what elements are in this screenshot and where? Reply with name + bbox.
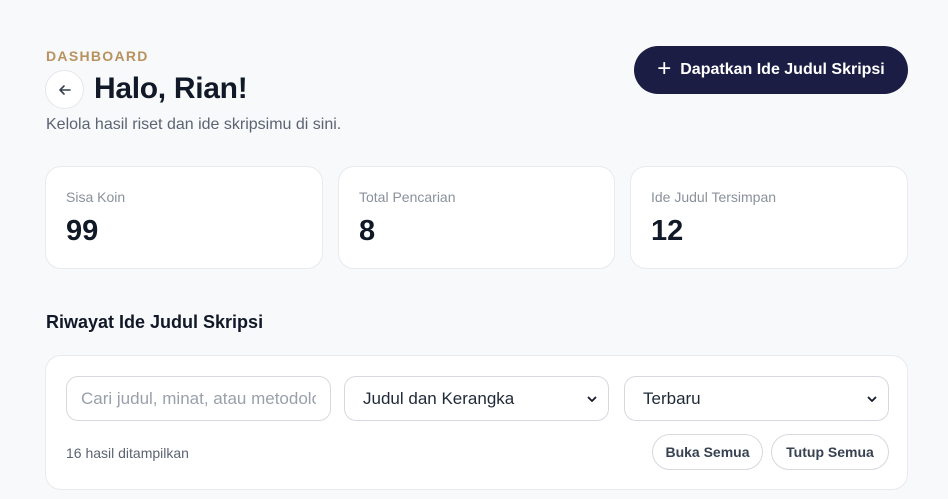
expand-all-button[interactable]: Buka Semua: [652, 434, 763, 470]
plus-icon: +: [657, 55, 672, 82]
sort-select[interactable]: Terbaru: [624, 376, 889, 421]
sort-value: Terbaru: [643, 388, 701, 408]
stat-card-saved-ideas: Ide Judul Tersimpan 12: [630, 166, 908, 269]
stat-value: 8: [359, 215, 376, 247]
stat-label: Total Pencarian: [359, 189, 456, 205]
stat-label: Sisa Koin: [66, 189, 126, 205]
stat-value: 99: [66, 215, 99, 247]
history-filter-panel: Judul dan Kerangka Terbaru 16 hasil dita…: [45, 355, 908, 490]
chevron-down-icon: [867, 396, 877, 402]
get-title-ideas-button[interactable]: + Dapatkan Ide Judul Skripsi: [634, 46, 908, 94]
stat-card-coins: Sisa Koin 99: [45, 166, 323, 269]
type-filter-select[interactable]: Judul dan Kerangka: [344, 376, 609, 421]
page-title: Halo, Rian!: [94, 72, 248, 105]
search-input[interactable]: [66, 376, 331, 421]
results-count: 16 hasil ditampilkan: [66, 445, 189, 461]
history-section-title: Riwayat Ide Judul Skripsi: [46, 312, 264, 332]
stat-card-searches: Total Pencarian 8: [338, 166, 615, 269]
arrow-left-icon: [58, 84, 71, 95]
page-subtitle: Kelola hasil riset dan ide skripsimu di …: [46, 116, 342, 133]
get-title-ideas-label: Dapatkan Ide Judul Skripsi: [680, 61, 885, 78]
back-button[interactable]: [45, 70, 84, 109]
stat-label: Ide Judul Tersimpan: [651, 189, 777, 205]
type-filter-value: Judul dan Kerangka: [363, 388, 515, 408]
collapse-all-button[interactable]: Tutup Semua: [771, 434, 889, 470]
stat-value: 12: [651, 215, 684, 247]
chevron-down-icon: [587, 396, 597, 402]
eyebrow-label: DASHBOARD: [46, 48, 149, 64]
